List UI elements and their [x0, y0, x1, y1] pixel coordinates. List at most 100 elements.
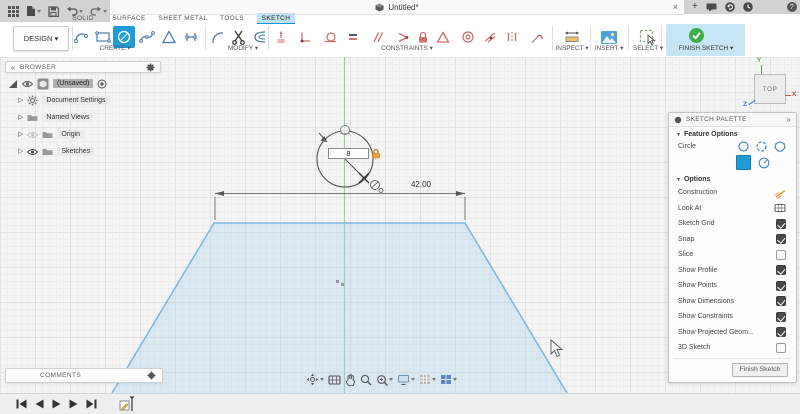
palette-option-row: Sketch Grid [669, 216, 796, 232]
history-clock-icon[interactable] [743, 2, 753, 12]
close-tab-button[interactable]: × [673, 0, 678, 14]
equal-constraint-button[interactable] [343, 27, 363, 47]
construction-toggle-icon[interactable] [774, 187, 786, 199]
palette-finish-sketch-button[interactable]: Finish Sketch [732, 363, 788, 377]
help-icon[interactable]: ? [787, 2, 797, 12]
view-cube[interactable]: TOP [754, 74, 786, 104]
folder-icon [27, 113, 38, 122]
polygon-tool-button[interactable] [158, 26, 180, 48]
browser-item-label[interactable]: Named Views [42, 113, 93, 122]
tab-sheet-metal[interactable]: SHEET METAL [153, 13, 213, 24]
fillet-tool-button[interactable] [207, 26, 229, 48]
modify-group-label[interactable]: MODIFY ▾ [228, 44, 258, 52]
timeline-play-button[interactable] [52, 399, 61, 409]
coincident-constraint-button[interactable] [480, 27, 500, 47]
create-group-label[interactable]: CREATE ▾ [100, 44, 131, 52]
timeline-skip-start-button[interactable] [16, 399, 27, 409]
comments-panel-header[interactable]: COMMENTS [5, 368, 163, 383]
zoom-button[interactable] [360, 374, 372, 386]
show-points-checkbox[interactable] [776, 281, 786, 291]
display-settings-button[interactable] [397, 374, 415, 385]
feature-options-section-header[interactable]: ▼ Feature Options [669, 127, 796, 140]
inspect-group-label[interactable]: INSPECT ▾ [555, 44, 588, 52]
activate-radio-icon[interactable] [97, 79, 107, 89]
sketch-grid-checkbox[interactable] [776, 219, 786, 229]
spline-tool-button[interactable] [136, 26, 158, 48]
center-circle-option-icon[interactable] [738, 141, 749, 152]
line-tool-button[interactable] [70, 26, 92, 48]
browser-item-origin[interactable]: ▷ Origin [18, 128, 84, 141]
folder-icon [42, 130, 53, 139]
slot-tool-button[interactable] [180, 26, 202, 48]
finish-sketch-label[interactable]: FINISH SKETCH ▾ [679, 44, 734, 52]
constraints-group-label[interactable]: CONSTRAINTS ▾ [381, 44, 433, 52]
pan-button[interactable] [345, 374, 356, 386]
browser-item-document-settings[interactable]: ▷ Document Settings [18, 94, 110, 107]
expand-caret-icon[interactable]: ▷ [18, 131, 23, 138]
design-workspace-dropdown[interactable]: DESIGN ▾ [13, 26, 69, 51]
show-constraints-checkbox[interactable] [776, 312, 786, 322]
concentric-constraint-button[interactable] [458, 27, 478, 47]
viewports-button[interactable] [440, 374, 457, 385]
comments-icon[interactable] [706, 3, 717, 12]
expand-caret-icon[interactable]: ▷ [18, 97, 23, 104]
diameter-input[interactable] [328, 148, 369, 159]
viewports-caret-icon [453, 378, 457, 381]
visibility-eye-off-icon[interactable] [27, 131, 38, 139]
browser-item-label[interactable]: Sketches [57, 147, 94, 156]
tab-tools[interactable]: TOOLS [212, 13, 252, 24]
three-point-circle-option-icon[interactable] [774, 141, 786, 152]
orbit-button[interactable] [306, 373, 324, 386]
select-group-label[interactable]: SELECT ▾ [633, 44, 663, 52]
selected-circle-mode-swatch[interactable] [736, 155, 751, 170]
look-at-option-icon[interactable] [774, 203, 786, 213]
snap-checkbox[interactable] [776, 234, 786, 244]
timeline-skip-end-button[interactable] [86, 399, 97, 409]
options-section-header[interactable]: ▼ Options [669, 172, 796, 185]
zoom-window-button[interactable] [376, 374, 393, 386]
tangent-circle-option-icon[interactable] [758, 157, 770, 169]
browser-item-label[interactable]: Origin [57, 130, 84, 139]
browser-item-named-views[interactable]: ▷ Named Views [18, 111, 93, 124]
sketch-palette-header[interactable]: SKETCH PALETTE » [669, 113, 796, 127]
tab-solid[interactable]: SOLID [63, 13, 103, 24]
show-projected-geometry-checkbox[interactable] [776, 327, 786, 337]
dimension-value-label[interactable]: 42.00 [402, 180, 440, 189]
palette-collapse-icon[interactable]: » [786, 115, 791, 124]
slice-checkbox[interactable] [776, 250, 786, 260]
finish-check-icon [688, 27, 705, 44]
expand-caret-icon[interactable]: ▷ [18, 114, 23, 121]
look-at-button[interactable] [328, 374, 341, 385]
timeline-sketch-marker[interactable] [119, 396, 137, 412]
expand-caret-icon[interactable]: ▷ [18, 148, 23, 155]
grid-settings-button[interactable] [419, 374, 436, 385]
tab-surface[interactable]: SURFACE [106, 13, 152, 24]
show-dimensions-checkbox[interactable] [776, 296, 786, 306]
3d-sketch-checkbox[interactable] [776, 343, 786, 353]
tangent-constraint-button[interactable] [320, 27, 340, 47]
comments-gear-icon[interactable] [147, 371, 156, 380]
sync-status-icon[interactable] [725, 2, 735, 12]
browser-root-label[interactable]: (Unsaved) [53, 79, 93, 88]
new-tab-button[interactable]: + [692, 2, 698, 12]
collinear-constraint-button[interactable] [433, 27, 453, 47]
curvature-constraint-button[interactable] [527, 27, 547, 47]
browser-item-label[interactable]: Document Settings [42, 96, 109, 105]
visibility-eye-icon[interactable] [22, 80, 33, 88]
browser-root-item[interactable]: (Unsaved) [8, 77, 107, 90]
insert-group-label[interactable]: INSERT ▾ [595, 44, 624, 52]
browser-panel-header[interactable]: « BROWSER [5, 61, 161, 73]
snap-label: Snap [678, 236, 694, 243]
symmetry-constraint-button[interactable] [502, 27, 522, 47]
sketch-dimension-button[interactable] [271, 27, 291, 47]
timeline-step-back-button[interactable] [35, 399, 44, 409]
timeline-step-forward-button[interactable] [69, 399, 78, 409]
horizontal-vertical-constraint-button[interactable] [295, 27, 315, 47]
two-point-circle-option-icon[interactable] [756, 141, 767, 152]
browser-collapse-icon[interactable]: « [11, 63, 16, 72]
visibility-eye-icon[interactable] [27, 148, 38, 156]
show-profile-checkbox[interactable] [776, 265, 786, 275]
browser-item-sketches[interactable]: ▷ Sketches [18, 145, 94, 158]
browser-gear-icon[interactable] [146, 63, 155, 72]
sketch-canvas[interactable]: 42.00 TOP Y X Z « BROWSER (Unsaved) [0, 57, 800, 393]
